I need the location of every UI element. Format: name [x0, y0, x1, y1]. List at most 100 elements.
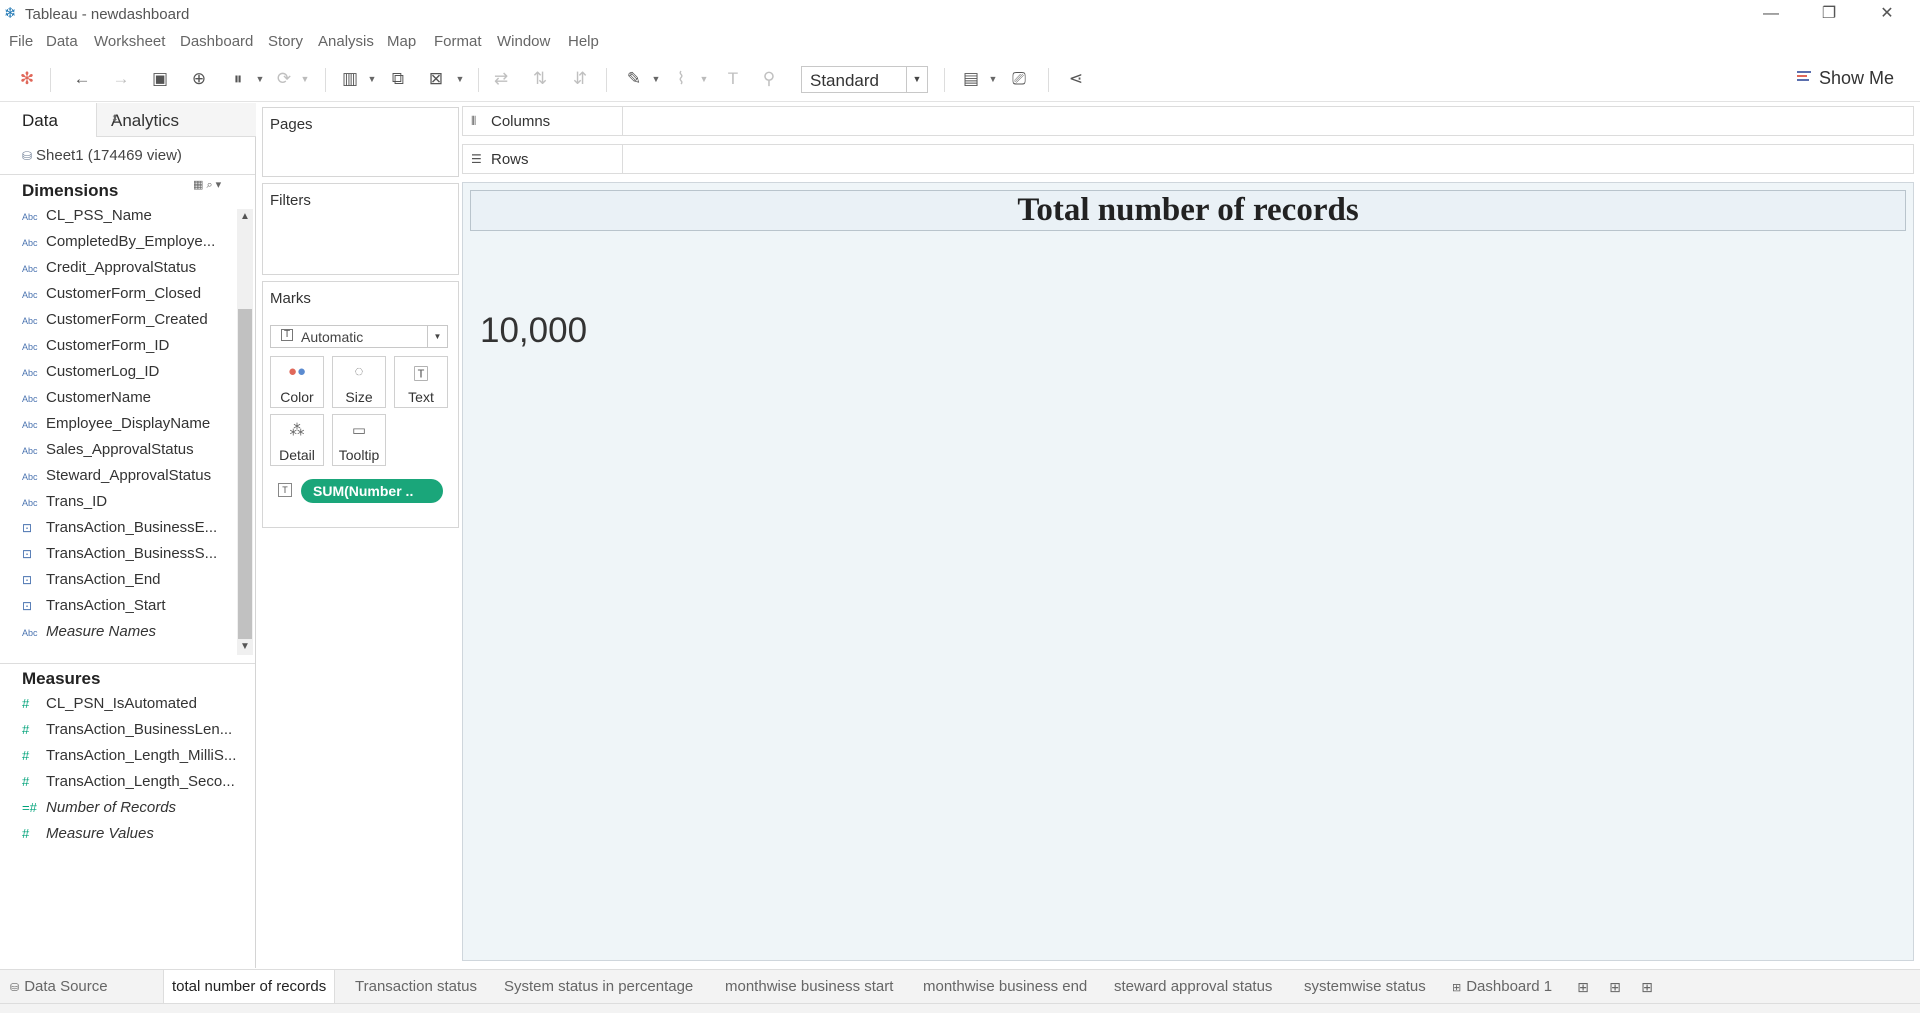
field-item[interactable]: =# Number of Records — [22, 799, 244, 823]
new-worksheet-tab-icon[interactable]: ⊞ — [1573, 977, 1593, 997]
measure-pill[interactable]: SUM(Number .. — [301, 479, 443, 503]
group-icon[interactable]: ⌇ — [668, 66, 694, 92]
filters-card[interactable]: Filters — [262, 183, 459, 275]
field-item[interactable]: Abc CL_PSS_Name — [22, 207, 244, 231]
sheet-tab[interactable]: ⊞ Dashboard 1 — [1444, 970, 1560, 1003]
refresh-dropdown-icon[interactable]: ▼ — [300, 66, 310, 92]
sort-descending-icon[interactable]: ⇵ — [567, 66, 593, 92]
worksheet-view[interactable]: Total number of records 10,000 — [462, 182, 1914, 961]
measure-value-text[interactable]: 10,000 — [480, 311, 587, 351]
show-cards-dropdown-icon[interactable]: ▼ — [988, 66, 998, 92]
sheet-tab[interactable]: ⛁ Data Source — [2, 970, 116, 1003]
field-item[interactable]: Abc CustomerForm_ID — [22, 337, 244, 361]
text-button[interactable]: 🅃 Text — [394, 356, 448, 408]
show-cards-icon[interactable]: ▤ — [958, 66, 984, 92]
field-item[interactable]: Abc CompletedBy_Employe... — [22, 233, 244, 257]
clear-sheet-dropdown-icon[interactable]: ▼ — [455, 66, 465, 92]
columns-shelf[interactable]: ⦀ Columns — [462, 106, 1914, 136]
field-item[interactable]: Abc Steward_ApprovalStatus — [22, 467, 244, 491]
tab-data[interactable]: Data — [0, 103, 96, 137]
field-item[interactable]: # TransAction_BusinessLen... — [22, 721, 244, 745]
fix-axes-icon[interactable]: ⚲ — [756, 66, 782, 92]
field-item[interactable]: # CL_PSN_IsAutomated — [22, 695, 244, 719]
menu-worksheet[interactable]: Worksheet — [94, 33, 165, 50]
field-item[interactable]: Abc Sales_ApprovalStatus — [22, 441, 244, 465]
undo-icon[interactable]: ← — [69, 66, 95, 92]
field-item[interactable]: Abc Trans_ID — [22, 493, 244, 517]
tableau-logo-icon[interactable]: ✻ — [14, 66, 40, 92]
close-button[interactable]: ✕ — [1858, 0, 1916, 30]
menu-map[interactable]: Map — [387, 33, 416, 50]
duplicate-icon[interactable]: ⧉ — [385, 66, 411, 92]
swap-icon[interactable]: ⇄ — [488, 66, 514, 92]
sheet-tab[interactable]: systemwise status — [1296, 970, 1434, 1003]
new-worksheet-dropdown-icon[interactable]: ▼ — [367, 66, 377, 92]
restore-button[interactable]: ❐ — [1800, 0, 1858, 30]
sort-ascending-icon[interactable]: ⇅ — [527, 66, 553, 92]
view-toggle-icon[interactable]: ▦ ⌕ ▾ — [193, 178, 221, 192]
highlight-dropdown-icon[interactable]: ▼ — [651, 66, 661, 92]
clear-sheet-icon[interactable]: ⊠ — [423, 66, 449, 92]
menu-format[interactable]: Format — [434, 33, 482, 50]
save-icon[interactable]: ▣ — [147, 66, 173, 92]
field-item[interactable]: Abc Employee_DisplayName — [22, 415, 244, 439]
sheet-tab[interactable]: monthwise business end — [915, 970, 1095, 1003]
fit-select[interactable]: Standard ▼ — [801, 66, 928, 93]
scroll-up-icon[interactable]: ▲ — [237, 209, 253, 225]
show-me-button[interactable]: Show Me — [1797, 66, 1907, 92]
field-item[interactable]: ⊡ TransAction_BusinessS... — [22, 545, 244, 569]
highlight-icon[interactable]: ✎ — [621, 66, 647, 92]
show-labels-icon[interactable]: T — [720, 66, 746, 92]
redo-icon[interactable]: → — [108, 66, 134, 92]
pause-updates-icon[interactable]: ⏸ — [225, 66, 251, 92]
view-title[interactable]: Total number of records — [470, 190, 1906, 231]
field-item[interactable]: Abc Credit_ApprovalStatus — [22, 259, 244, 283]
group-dropdown-icon[interactable]: ▼ — [699, 66, 709, 92]
field-item[interactable]: Abc Measure Names — [22, 623, 244, 647]
sheet-tab[interactable]: total number of records — [163, 970, 336, 1003]
field-item[interactable]: ⊡ TransAction_End — [22, 571, 244, 595]
menu-help[interactable]: Help — [568, 33, 599, 50]
field-item[interactable]: # Measure Values — [22, 825, 244, 849]
field-item[interactable]: ⊡ TransAction_BusinessE... — [22, 519, 244, 543]
size-button[interactable]: ◌ Size — [332, 356, 386, 408]
sheet-tab[interactable]: Transaction status — [347, 970, 485, 1003]
menu-window[interactable]: Window — [497, 33, 550, 50]
field-item[interactable]: # TransAction_Length_Seco... — [22, 773, 244, 797]
new-dashboard-tab-icon[interactable]: ⊞ — [1605, 977, 1625, 997]
sheet-tab-label: System status in percentage — [504, 978, 694, 995]
menu-file[interactable]: File — [9, 33, 33, 50]
menu-data[interactable]: Data — [46, 33, 78, 50]
share-icon[interactable]: ⋖ — [1063, 66, 1089, 92]
scrollbar-thumb[interactable] — [238, 309, 252, 639]
tooltip-button[interactable]: ▭ Tooltip — [332, 414, 386, 466]
dimensions-scrollbar[interactable]: ▲ ▼ — [237, 209, 253, 655]
presentation-icon[interactable]: ⎚ — [1006, 66, 1032, 92]
pause-updates-dropdown-icon[interactable]: ▼ — [255, 66, 265, 92]
field-item[interactable]: Abc CustomerForm_Closed — [22, 285, 244, 309]
field-item[interactable]: Abc CustomerLog_ID — [22, 363, 244, 387]
new-story-tab-icon[interactable]: ⊞ — [1637, 977, 1657, 997]
new-data-source-icon[interactable]: ⊕ — [186, 66, 212, 92]
sheet-tab[interactable]: System status in percentage — [496, 970, 701, 1003]
field-item[interactable]: Abc CustomerForm_Created — [22, 311, 244, 335]
detail-button[interactable]: ⁂ Detail — [270, 414, 324, 466]
tab-analytics[interactable]: Analytics ⬍ — [96, 103, 256, 137]
sheet-tab[interactable]: steward approval status — [1106, 970, 1280, 1003]
new-worksheet-icon[interactable]: ▥ — [337, 66, 363, 92]
data-source-item[interactable]: ⛁ Sheet1 (174469 view) — [22, 147, 182, 164]
field-item[interactable]: Abc CustomerName — [22, 389, 244, 413]
color-button[interactable]: ●● Color — [270, 356, 324, 408]
refresh-icon[interactable]: ⟳ — [271, 66, 297, 92]
field-item[interactable]: ⊡ TransAction_Start — [22, 597, 244, 621]
mark-type-select[interactable]: T Automatic ▼ — [270, 325, 448, 348]
menu-story[interactable]: Story — [268, 33, 303, 50]
rows-shelf[interactable]: ☰ Rows — [462, 144, 1914, 174]
menu-analysis[interactable]: Analysis — [318, 33, 374, 50]
minimize-button[interactable]: — — [1742, 0, 1800, 30]
pages-card[interactable]: Pages — [262, 107, 459, 177]
scroll-down-icon[interactable]: ▼ — [237, 639, 253, 655]
sheet-tab[interactable]: monthwise business start — [717, 970, 901, 1003]
menu-dashboard[interactable]: Dashboard — [180, 33, 253, 50]
field-item[interactable]: # TransAction_Length_MilliS... — [22, 747, 244, 771]
